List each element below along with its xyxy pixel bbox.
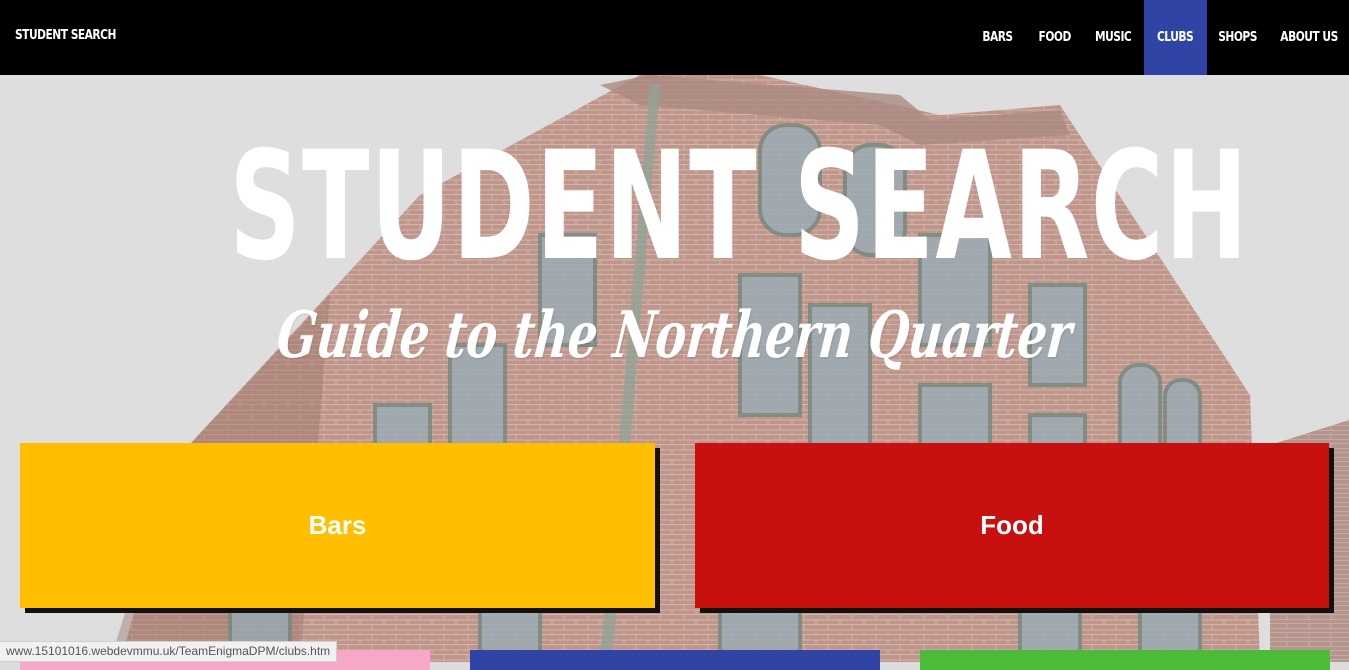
tile-label: Bars — [308, 510, 367, 540]
top-navbar: STUDENT SEARCH BARS FOOD MUSIC CLUBS SHO… — [0, 0, 1349, 75]
nav-item-music[interactable]: MUSIC — [1085, 0, 1142, 75]
hero-subtitle: Guide to the Northern Quarter — [273, 298, 1076, 373]
nav-item-clubs[interactable]: CLUBS — [1144, 0, 1207, 75]
nav-item-shops[interactable]: SHOPS — [1209, 0, 1267, 75]
nav-item-label: MUSIC — [1095, 30, 1132, 45]
nav-item-about-us[interactable]: ABOUT US — [1270, 0, 1349, 75]
nav-item-food[interactable]: FOOD — [1028, 0, 1081, 75]
nav-item-label: FOOD — [1038, 30, 1071, 45]
nav-item-bars[interactable]: BARS — [971, 0, 1024, 75]
site-brand-link[interactable]: STUDENT SEARCH — [15, 28, 116, 43]
hero-title: STUDENT SEARCH — [229, 120, 1249, 294]
food-tile-button[interactable]: Food — [695, 443, 1329, 608]
blue-tile-button[interactable] — [470, 650, 880, 670]
bars-tile-button[interactable]: Bars — [20, 443, 655, 608]
green-tile-button[interactable] — [920, 650, 1330, 670]
nav-item-label: BARS — [982, 30, 1013, 45]
browser-status-bar-url: www.15101016.webdevmmu.uk/TeamEnigmaDPM/… — [0, 641, 338, 662]
nav-item-label: ABOUT US — [1280, 30, 1339, 45]
nav-item-label: SHOPS — [1218, 30, 1258, 45]
nav-item-label: CLUBS — [1157, 30, 1194, 45]
tile-label: Food — [980, 510, 1044, 540]
